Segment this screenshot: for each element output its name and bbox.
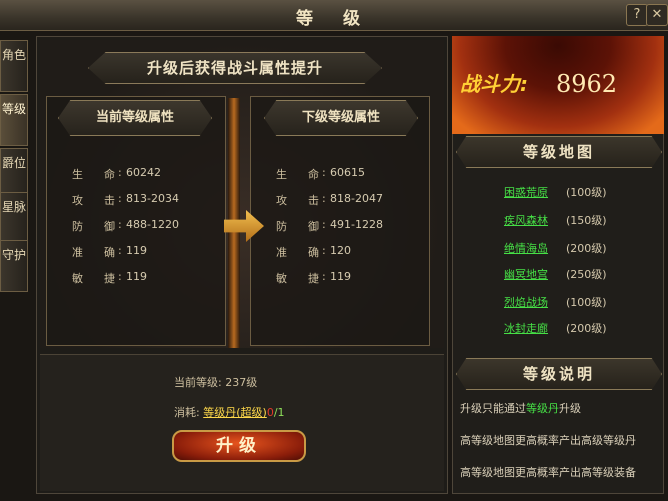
tab-level[interactable]: 等级 xyxy=(0,94,28,146)
map-link[interactable]: 绝情海岛 xyxy=(504,240,566,256)
attr-key: 击 xyxy=(104,194,115,207)
tab-label: 等级 xyxy=(1,102,26,116)
attr-value: 491-1228 xyxy=(330,218,383,231)
close-x-icon: ✕ xyxy=(651,7,663,22)
level-description-title: 等级说明 xyxy=(456,358,662,390)
level-map-title: 等级地图 xyxy=(456,136,662,168)
tab-label: 守护 xyxy=(1,248,26,262)
tab-label: 爵位 xyxy=(1,156,26,170)
attr-value: 60615 xyxy=(330,166,365,179)
map-entry: 冰封走廊 (200级) xyxy=(504,320,607,336)
attr-key: 御 xyxy=(104,220,115,233)
tab-star-meridian[interactable]: 星脉 xyxy=(0,192,28,244)
cost-have: 0 xyxy=(266,406,274,419)
attr-key: 捷 xyxy=(308,272,319,285)
attr-key: 捷 xyxy=(104,272,115,285)
next-attr-accuracy: 准确:120 xyxy=(276,244,351,262)
current-level-value: 237级 xyxy=(225,376,258,389)
attr-key: 攻 xyxy=(276,194,287,207)
description-text: 升级只能通过 xyxy=(460,402,526,415)
map-link[interactable]: 疾风森林 xyxy=(504,212,566,228)
tab-guardian[interactable]: 守护 xyxy=(0,240,28,292)
attr-value: 119 xyxy=(126,270,147,283)
map-link[interactable]: 幽冥地宫 xyxy=(504,266,566,282)
map-entry: 疾风森林 (150级) xyxy=(504,212,607,228)
current-attr-accuracy: 准确:119 xyxy=(72,244,147,262)
current-level-label: 当前等级: xyxy=(174,376,222,389)
tab-role[interactable]: 角色 xyxy=(0,40,28,92)
window-title: 等 级 xyxy=(296,9,372,29)
next-attr-defense: 防御:491-1228 xyxy=(276,218,383,236)
map-level: (150级) xyxy=(566,214,607,227)
attr-value: 813-2034 xyxy=(126,192,179,205)
map-entry: 幽冥地宫 (250级) xyxy=(504,266,607,282)
next-attr-agility: 敏捷:119 xyxy=(276,270,351,288)
attr-key: 确 xyxy=(104,246,115,259)
map-entry: 烈焰战场 (100级) xyxy=(504,294,607,310)
attr-key: 命 xyxy=(308,168,319,181)
combat-power-label: 战斗力: xyxy=(460,72,528,96)
upgrade-cost: 消耗: 等级丹(超级)0/1 xyxy=(174,404,285,420)
attr-key: 确 xyxy=(308,246,319,259)
tab-label: 角色 xyxy=(1,48,26,62)
map-level: (200级) xyxy=(566,242,607,255)
tab-label: 星脉 xyxy=(1,200,26,214)
help-button[interactable]: ? xyxy=(626,4,648,26)
attr-value: 119 xyxy=(330,270,351,283)
combat-power-value: 8962 xyxy=(556,70,618,98)
description-text: 升级 xyxy=(559,402,581,415)
attr-key: 击 xyxy=(308,194,319,207)
attr-key: 防 xyxy=(276,220,287,233)
upgrade-benefit-banner: 升级后获得战斗属性提升 xyxy=(88,52,382,84)
question-mark-icon: ? xyxy=(633,7,641,22)
map-level: (250级) xyxy=(566,268,607,281)
map-link[interactable]: 冰封走廊 xyxy=(504,320,566,336)
attr-key: 生 xyxy=(276,168,287,181)
attr-value: 60242 xyxy=(126,166,161,179)
map-link[interactable]: 困惑荒原 xyxy=(504,184,566,200)
map-level: (100级) xyxy=(566,296,607,309)
cost-need: 1 xyxy=(277,406,285,419)
attr-value: 488-1220 xyxy=(126,218,179,231)
attr-key: 防 xyxy=(72,220,83,233)
attr-key: 生 xyxy=(72,168,83,181)
attr-value: 120 xyxy=(330,244,351,257)
attr-key: 准 xyxy=(72,246,83,259)
attr-key: 敏 xyxy=(276,272,287,285)
attr-key: 敏 xyxy=(72,272,83,285)
current-attributes-title: 当前等级属性 xyxy=(58,100,212,136)
current-level: 当前等级: 237级 xyxy=(174,374,257,390)
attr-value: 119 xyxy=(126,244,147,257)
map-entry: 困惑荒原 (100级) xyxy=(504,184,607,200)
current-attr-hp: 生命:60242 xyxy=(72,166,161,184)
map-link[interactable]: 烈焰战场 xyxy=(504,294,566,310)
attr-key: 命 xyxy=(104,168,115,181)
current-attr-attack: 攻击:813-2034 xyxy=(72,192,179,210)
map-level: (200级) xyxy=(566,322,607,335)
next-attr-attack: 攻击:818-2047 xyxy=(276,192,383,210)
attr-key: 御 xyxy=(308,220,319,233)
cost-label: 消耗: xyxy=(174,406,200,419)
next-attr-hp: 生命:60615 xyxy=(276,166,365,184)
level-pill-highlight: 等级丹 xyxy=(526,402,559,415)
upgrade-button[interactable]: 升级 xyxy=(172,430,306,462)
map-level: (100级) xyxy=(566,186,607,199)
description-line: 升级只能通过等级丹升级 xyxy=(460,400,581,416)
attr-key: 准 xyxy=(276,246,287,259)
map-entry: 绝情海岛 (200级) xyxy=(504,240,607,256)
description-line: 高等级地图更高概率产出高级等级丹 xyxy=(460,434,636,447)
current-attr-defense: 防御:488-1220 xyxy=(72,218,179,236)
description-line: 高等级地图更高概率产出高等级装备 xyxy=(460,466,636,479)
attr-key: 攻 xyxy=(72,194,83,207)
attr-value: 818-2047 xyxy=(330,192,383,205)
current-attr-agility: 敏捷:119 xyxy=(72,270,147,288)
close-button[interactable]: ✕ xyxy=(646,4,668,26)
next-attributes-title: 下级等级属性 xyxy=(264,100,418,136)
cost-item-link[interactable]: 等级丹(超级) xyxy=(203,406,267,419)
